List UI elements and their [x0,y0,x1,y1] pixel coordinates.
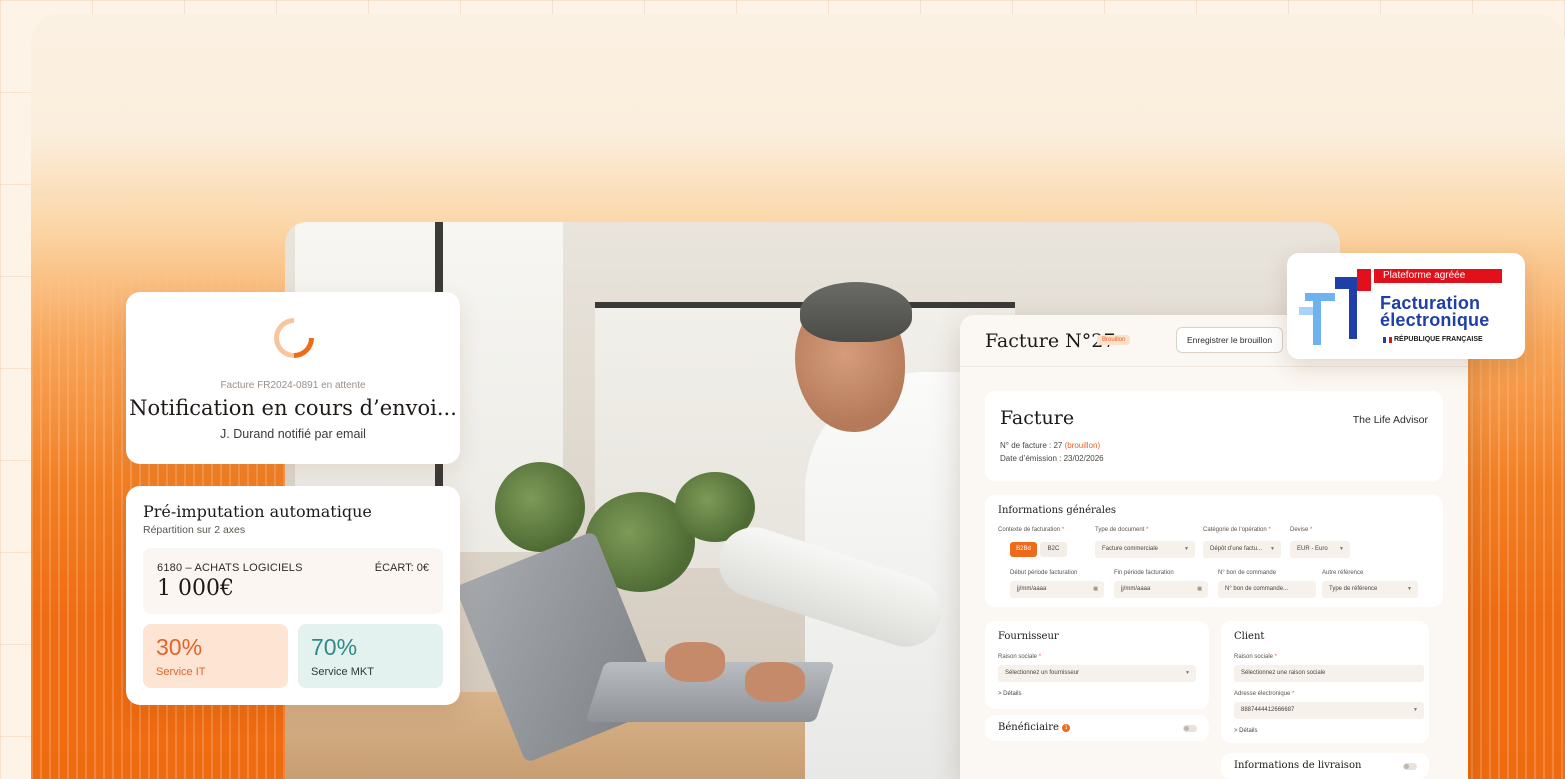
section-heading: Informations de livraison [1234,760,1362,771]
section-heading: Informations générales [998,505,1116,516]
split-service-mkt: 70% Service MKT [298,624,443,688]
operation-category-select[interactable]: Dépôt d’une factu... ▼ [1203,541,1281,558]
context-b2c-toggle[interactable]: B2C [1040,542,1067,557]
field-label: Raison sociale * [1234,654,1278,660]
invoice-date: Date d’émission : 23/02/2026 [1000,454,1104,463]
chevron-down-icon: ▼ [1407,586,1412,592]
preimputation-card: Pré-imputation automatique Répartition s… [126,486,460,705]
end-date-input[interactable]: jj/mm/aaaa ▦ [1114,581,1208,598]
field-label: Type de document * [1095,527,1149,533]
notification-subtitle: Facture FR2024-0891 en attente [220,380,366,391]
account-amount: 1 000€ [157,576,234,601]
certification-line3: RÉPUBLIQUE FRANÇAISE [1394,336,1483,343]
chevron-down-icon: ▼ [1339,546,1344,552]
supplier-details-link[interactable]: > Détails [998,691,1022,697]
field-label: N° bon de commande [1218,570,1277,576]
section-heading: Bénéficiaire i [998,722,1071,733]
invoice-summary-card: Facture The Life Advisor N° de facture :… [985,391,1443,481]
info-icon: i [1062,723,1071,732]
french-flag-icon [1383,337,1392,343]
field-label: Devise * [1290,527,1313,533]
invoice-number-status: (brouillon) [1064,441,1101,450]
calendar-icon: ▦ [1197,586,1202,592]
client-select[interactable]: Sélectionnez une raison sociale [1234,665,1424,682]
preimputation-subtitle: Répartition sur 2 axes [143,524,246,536]
client-section: Client Raison sociale * Sélectionnez une… [1221,621,1429,743]
preimputation-title: Pré-imputation automatique [143,502,372,521]
field-label: Contexte de facturation * [998,527,1065,533]
invoice-number: N° de facture : 27 (brouillon) [1000,441,1100,450]
facturation-logo-icon [1299,269,1371,345]
beneficiary-toggle[interactable] [1183,725,1197,732]
company-name: The Life Advisor [1352,414,1428,426]
ecart-value: ÉCART: 0€ [374,562,429,574]
field-label: Raison sociale * [998,654,1042,660]
person-hair [800,282,912,342]
client-details-link[interactable]: > Détails [1234,728,1258,734]
reference-type-select[interactable]: Type de référence ▼ [1322,581,1418,598]
field-label: Fin période facturation [1114,570,1174,576]
split-service-it: 30% Service IT [143,624,288,688]
split-percent: 30% [156,634,203,660]
beneficiary-section: Bénéficiaire i [985,715,1209,741]
field-label: Catégorie de l’opération * [1203,527,1271,533]
chevron-down-icon: ▼ [1413,707,1418,713]
chevron-down-icon: ▼ [1184,546,1189,552]
approved-platform-tag: Plateforme agréée [1374,269,1502,283]
status-badge: Brouillon [1097,335,1131,345]
section-heading: Fournisseur [998,631,1059,642]
delivery-section: Informations de livraison [1221,753,1429,779]
supplier-section: Fournisseur Raison sociale * Sélectionne… [985,621,1209,709]
section-heading: Client [1234,631,1265,642]
invoice-number-label: N° de facture : 27 [1000,441,1065,450]
account-row: 6180 – ACHATS LOGICIELS ÉCART: 0€ 1 000€ [143,548,443,614]
field-label: Début période facturation [1010,570,1078,576]
supplier-select[interactable]: Sélectionnez un fournisseur ▼ [998,665,1196,682]
page-title: Facture N°27 [985,330,1116,352]
certification-line2: électronique [1380,310,1490,330]
field-label: Adresse électronique * [1234,691,1295,697]
save-draft-button[interactable]: Enregistrer le brouillon [1176,327,1284,353]
chevron-down-icon: ▼ [1185,670,1190,676]
currency-select[interactable]: EUR - Euro ▼ [1290,541,1350,558]
invoice-app-window: Facture N°27 Brouillon Enregistrer le br… [960,315,1468,779]
notification-title: Notification en cours d’envoi... [129,396,457,420]
chevron-down-icon: ▼ [1270,546,1275,552]
context-b2bd-toggle[interactable]: B2Bd [1010,542,1037,557]
delivery-toggle[interactable] [1403,763,1417,770]
client-email-select[interactable]: 8887444412666687 ▼ [1234,702,1424,719]
split-label: Service MKT [311,666,374,678]
order-number-input[interactable]: N° bon de commande... [1218,581,1316,598]
certification-badge: Plateforme agréée Facturation électroniq… [1287,253,1525,359]
split-percent: 70% [311,634,358,660]
account-code: 6180 – ACHATS LOGICIELS [157,562,303,574]
field-label: Autre référence [1322,570,1364,576]
invoice-heading: Facture [1000,407,1075,429]
split-label: Service IT [156,666,206,678]
calendar-icon: ▦ [1093,586,1098,592]
person-hand [745,662,805,702]
document-type-select[interactable]: Facture commerciale ▼ [1095,541,1195,558]
person-hand [665,642,725,682]
general-info-section: Informations générales Contexte de factu… [985,495,1443,607]
notification-description: J. Durand notifié par email [220,427,366,441]
start-date-input[interactable]: jj/mm/aaaa ▦ [1010,581,1104,598]
